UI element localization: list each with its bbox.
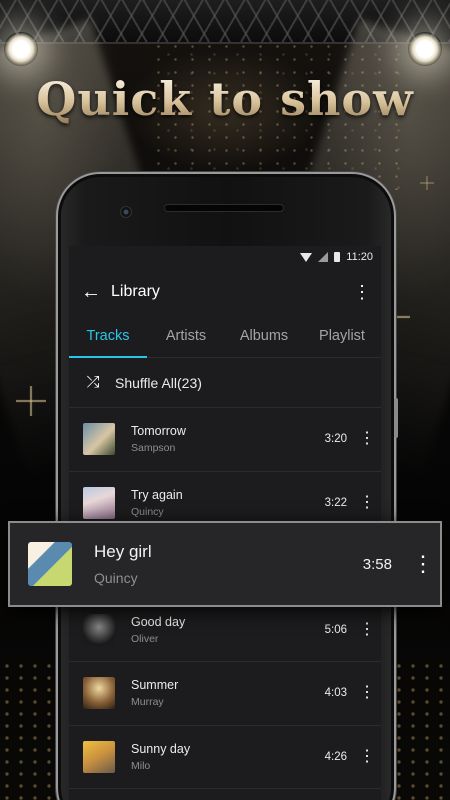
tab-artists[interactable]: Artists <box>147 314 225 357</box>
track-duration: 5:06 <box>324 623 347 636</box>
left-spotlight <box>4 32 38 66</box>
shuffle-label: Shuffle All(23) <box>115 374 202 391</box>
track-title: Sunny day <box>131 741 191 756</box>
more-vertical-icon[interactable]: ⋮ <box>359 621 375 638</box>
wifi-icon <box>300 252 313 262</box>
more-vertical-icon[interactable]: ⋮ <box>353 283 371 301</box>
status-bar: 11:20 <box>69 246 381 268</box>
album-art <box>83 740 115 773</box>
sparkle-icon <box>420 176 434 190</box>
track-duration: 4:03 <box>324 687 347 700</box>
track-artist: Sampson <box>131 442 176 455</box>
more-vertical-icon[interactable]: ⋮ <box>359 431 375 447</box>
track-title: Try again <box>131 487 183 502</box>
more-vertical-icon[interactable]: ⋮ <box>359 685 375 701</box>
tab-tracks[interactable]: Tracks <box>69 314 147 358</box>
track-row[interactable]: Sunny day Milo 4:26 ⋮ <box>69 726 381 789</box>
page-title: Library <box>111 283 160 300</box>
track-duration: 3:22 <box>324 496 347 509</box>
album-art <box>83 486 115 519</box>
promo-headline: Quick to show <box>0 72 450 126</box>
shuffle-icon: ⤮ <box>86 373 100 391</box>
earpiece-speaker <box>164 204 284 212</box>
album-art <box>83 423 115 456</box>
highlighted-track-row[interactable]: Hey girl Quincy 3:58 ⋮ <box>8 521 442 607</box>
track-duration: 3:58 <box>362 555 392 573</box>
sparkle-icon <box>16 386 46 416</box>
track-artist: Quincy <box>94 570 138 586</box>
shuffle-all-button[interactable]: ⤮ Shuffle All(23) <box>69 358 381 408</box>
status-time: 11:20 <box>346 251 373 263</box>
album-art <box>83 677 115 710</box>
album-art <box>83 613 115 646</box>
app-bar: ← Library ⋮ <box>69 270 381 314</box>
album-art <box>28 542 72 586</box>
track-row[interactable]: Tomorrow Sampson 3:20 ⋮ <box>69 408 381 472</box>
track-artist: Murray <box>131 696 164 709</box>
track-duration: 3:20 <box>324 433 347 446</box>
track-artist: Quincy <box>131 505 164 518</box>
more-vertical-icon[interactable]: ⋮ <box>359 748 375 765</box>
more-vertical-icon[interactable]: ⋮ <box>359 494 375 511</box>
track-artist: Oliver <box>131 632 159 645</box>
track-row[interactable]: Summer Murray 4:03 ⋮ <box>69 662 381 726</box>
right-spotlight <box>408 32 442 66</box>
library-tabs: Tracks Artists Albums Playlist <box>69 314 381 358</box>
track-artist: Milo <box>131 759 151 772</box>
track-title: Summer <box>131 678 179 693</box>
track-title: Good day <box>131 614 186 629</box>
front-camera <box>120 206 132 218</box>
tab-albums[interactable]: Albums <box>225 314 303 357</box>
track-row[interactable]: Good day Oliver 5:06 ⋮ <box>69 599 381 662</box>
more-vertical-icon[interactable]: ⋮ <box>412 553 434 575</box>
tab-playlist[interactable]: Playlist <box>303 314 381 357</box>
volume-button <box>394 398 398 438</box>
track-title: Hey girl <box>94 542 152 561</box>
track-title: Tomorrow <box>131 424 186 439</box>
signal-icon <box>318 252 329 262</box>
arrow-left-icon[interactable]: ← <box>81 281 111 304</box>
battery-icon <box>334 252 341 262</box>
track-duration: 4:26 <box>324 750 347 763</box>
